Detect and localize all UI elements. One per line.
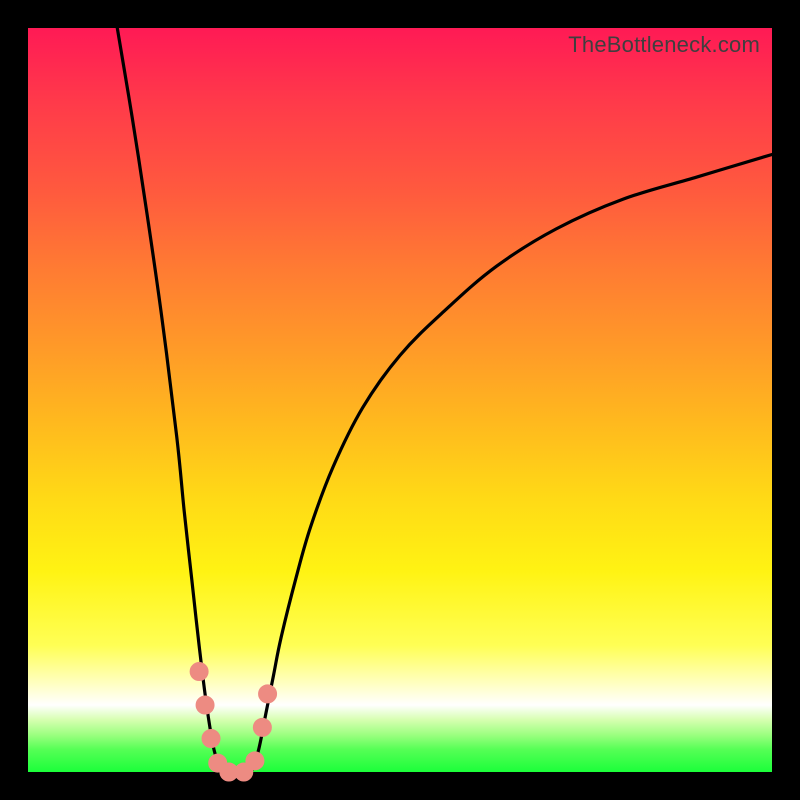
sample-marker — [253, 718, 271, 736]
plot-area: TheBottleneck.com — [28, 28, 772, 772]
sample-marker — [196, 696, 214, 714]
sample-marker — [202, 730, 220, 748]
sample-marker — [246, 752, 264, 770]
outer-frame: TheBottleneck.com — [0, 0, 800, 800]
chart-svg — [28, 28, 772, 772]
sample-marker — [259, 685, 277, 703]
curve-right-branch — [251, 154, 772, 772]
curve-lines — [117, 28, 772, 772]
sample-marker — [190, 663, 208, 681]
curve-left-branch — [117, 28, 221, 772]
